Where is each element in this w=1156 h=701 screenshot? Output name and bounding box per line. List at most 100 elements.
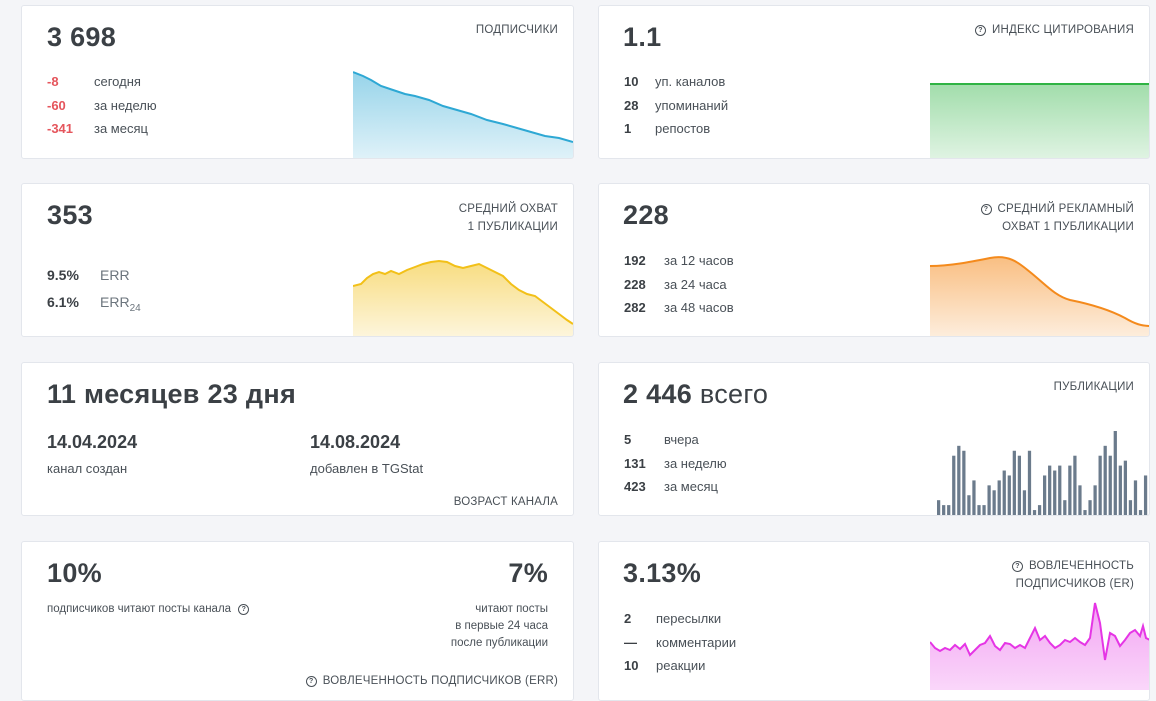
publications-label: ПУБЛИКАЦИИ	[1053, 381, 1134, 393]
engagement-card[interactable]: 3.13% ? ВОВЛЕЧЕННОСТЬ ПОДПИСЧИКОВ (ER) 2 пе…	[598, 541, 1150, 701]
reading-label-text: ВОВЛЕЧЕННОСТЬ ПОДПИСЧИКОВ (ERR)	[322, 675, 558, 687]
question-circle-icon[interactable]: ?	[980, 204, 992, 215]
subscribers-card[interactable]: 3 698 ПОДПИСЧИКИ -8 сегодня -60 за неделю …	[21, 5, 574, 159]
channel-age-label: ВОЗРАСТ КАНАЛА	[453, 496, 558, 508]
publications-bar[interactable]	[1068, 465, 1072, 515]
publications-bar[interactable]	[977, 505, 981, 515]
subscribers-sparkline[interactable]	[353, 66, 573, 159]
publications-bar[interactable]	[1037, 505, 1042, 515]
publications-bar[interactable]	[1098, 455, 1102, 515]
stat-value: 2	[624, 611, 632, 626]
publications-bar[interactable]	[1108, 455, 1112, 515]
created-label: канал создан	[47, 461, 128, 476]
citation-sparkline[interactable]	[930, 66, 1150, 159]
publications-bar[interactable]	[1058, 465, 1062, 515]
publications-bar[interactable]	[947, 505, 951, 515]
publications-bar[interactable]	[1063, 500, 1067, 515]
question-circle-icon[interactable]: ?	[975, 25, 987, 36]
publications-bar[interactable]	[1103, 445, 1107, 515]
publications-bar-chart[interactable]	[937, 427, 1149, 516]
publications-bar[interactable]	[1027, 450, 1032, 515]
reach-label-line1: СРЕДНИЙ ОХВАТ	[458, 203, 558, 215]
stat-value: 131	[624, 455, 646, 471]
publications-bar[interactable]	[1002, 470, 1006, 515]
publications-bar[interactable]	[1118, 465, 1122, 515]
reach-label-line2: 1 ПУБЛИКАЦИИ	[467, 221, 558, 233]
publications-bar[interactable]	[942, 505, 946, 515]
stat-value: 192	[624, 253, 646, 268]
publications-bar[interactable]	[1138, 510, 1143, 515]
publications-bar[interactable]	[952, 455, 956, 515]
stat-subscript: 24	[129, 302, 141, 314]
publications-bar[interactable]	[957, 445, 961, 515]
publications-bar[interactable]	[1128, 500, 1133, 515]
first-day-text-line2: в первые 24 часа	[455, 620, 548, 632]
stat-text: уп. каналов	[655, 74, 726, 89]
publications-bar[interactable]	[1088, 500, 1092, 515]
stat-text: за 48 часов	[664, 300, 734, 315]
publications-bar[interactable]	[1093, 485, 1097, 515]
citation-card[interactable]: 1.1 ? ИНДЕКС ЦИТИРОВАНИЯ 10 уп. каналов 28…	[598, 5, 1150, 159]
publications-bar[interactable]	[1143, 475, 1148, 515]
stat-value: 10	[624, 74, 639, 89]
stat-text: за 12 часов	[664, 253, 734, 268]
citation-label: ? ИНДЕКС ЦИТИРОВАНИЯ	[975, 21, 1134, 39]
stat-text: упоминаний	[655, 97, 729, 113]
publications-bar[interactable]	[992, 490, 996, 515]
reach-stats: 9.5% ERR 6.1% ERR24	[47, 262, 141, 322]
stat-text: за 24 часа	[664, 276, 727, 292]
publications-card[interactable]: 2 446 всего ПУБЛИКАЦИИ 5 вчера 131 за неде…	[598, 362, 1150, 516]
stat-text: сегодня	[94, 74, 141, 89]
stat-value: -341	[47, 121, 74, 136]
reach-label: СРЕДНИЙ ОХВАТ 1 ПУБЛИКАЦИИ	[459, 200, 558, 236]
engagement-sparkline[interactable]	[930, 598, 1150, 690]
engagement-label: ? ВОВЛЕЧЕННОСТЬ ПОДПИСЧИКОВ (ER)	[1012, 557, 1134, 593]
publications-bar[interactable]	[1078, 485, 1082, 515]
first-day-readers-text: читают посты в первые 24 часа после публ…	[451, 601, 548, 652]
readers-text-label: подписчиков читают посты канала	[47, 603, 232, 615]
publications-bar[interactable]	[1133, 480, 1138, 515]
publications-bar[interactable]	[1113, 431, 1117, 515]
stat-text: за месяц	[664, 479, 718, 494]
stat-value: 28	[624, 97, 639, 113]
publications-bar[interactable]	[1032, 510, 1037, 515]
publications-bar[interactable]	[967, 495, 971, 515]
subscribers-count: 3 698	[47, 22, 117, 52]
added-label: добавлен в TGStat	[310, 461, 424, 476]
publications-bar[interactable]	[962, 450, 966, 515]
publications-bar[interactable]	[1123, 460, 1128, 515]
publications-bar[interactable]	[982, 505, 986, 515]
publications-bar[interactable]	[1012, 450, 1016, 515]
citation-index: 1.1	[623, 22, 662, 52]
ad-reach-card[interactable]: 228 ? СРЕДНИЙ РЕКЛАМНЫЙ ОХВАТ 1 ПУБЛИКАЦИИ…	[598, 183, 1150, 337]
question-circle-icon[interactable]: ?	[1012, 561, 1024, 572]
publications-bar[interactable]	[1017, 455, 1022, 515]
stat-value: 5	[624, 432, 632, 447]
publications-bar[interactable]	[1007, 475, 1011, 515]
question-circle-icon[interactable]: ?	[238, 604, 250, 615]
publications-bar[interactable]	[1083, 510, 1087, 515]
stat-text: пересылки	[656, 611, 722, 626]
reach-value: 353	[47, 200, 93, 230]
publications-bar[interactable]	[1022, 490, 1027, 515]
ad-reach-sparkline[interactable]	[930, 244, 1150, 337]
publications-bar[interactable]	[1053, 470, 1057, 515]
publications-bar[interactable]	[1073, 455, 1077, 515]
reach-card[interactable]: 353 СРЕДНИЙ ОХВАТ 1 ПУБЛИКАЦИИ 9.5% ERR 6.…	[21, 183, 574, 337]
stat-value: 6.1%	[47, 294, 79, 310]
publications-bar[interactable]	[937, 500, 941, 515]
publications-bar[interactable]	[997, 480, 1001, 515]
ad-reach-label: ? СРЕДНИЙ РЕКЛАМНЫЙ ОХВАТ 1 ПУБЛИКАЦИИ	[980, 200, 1134, 236]
reading-card[interactable]: 10% подписчиков читают посты канала ? 7%…	[21, 541, 574, 701]
question-circle-icon[interactable]: ?	[305, 676, 317, 687]
publications-bar[interactable]	[972, 480, 976, 515]
stat-text: реакции	[656, 658, 706, 673]
reach-sparkline[interactable]	[353, 244, 573, 337]
publications-value: 2 446	[623, 379, 693, 409]
publications-bar[interactable]	[1043, 475, 1047, 515]
channel-age-card[interactable]: 11 месяцев 23 дня 14.04.2024 канал созда…	[21, 362, 574, 516]
readers-percent: 10%	[47, 558, 102, 588]
publications-bar[interactable]	[987, 485, 991, 515]
publications-total: 2 446 всего	[623, 379, 768, 410]
publications-bar[interactable]	[1048, 465, 1052, 515]
